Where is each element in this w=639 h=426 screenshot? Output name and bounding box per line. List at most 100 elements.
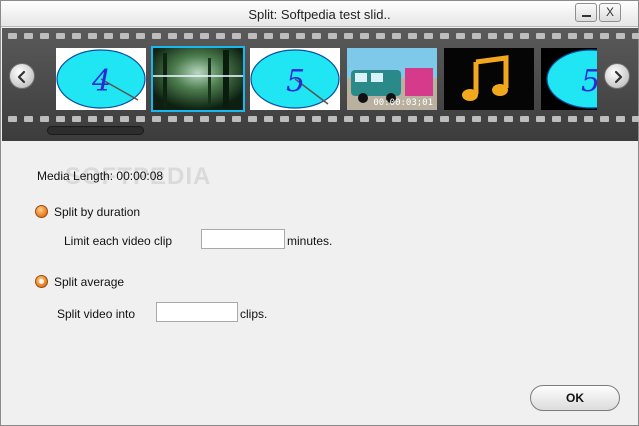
film-perforation (600, 116, 609, 122)
film-perforation (488, 33, 497, 39)
film-perforation (360, 116, 369, 122)
film-perforation (56, 116, 65, 122)
film-perforation (424, 116, 433, 122)
film-perforation (120, 33, 129, 39)
thumbnail-clock-5[interactable]: 5 (250, 48, 340, 110)
film-perforation (616, 116, 625, 122)
film-perforation (376, 33, 385, 39)
film-perforation (88, 116, 97, 122)
split-by-duration-radio[interactable] (35, 205, 48, 218)
media-length: Media Length: 00:00:08 (37, 169, 164, 183)
film-perforation (152, 33, 161, 39)
split-into-suffix-label: clips. (240, 307, 268, 321)
film-perforation (200, 33, 209, 39)
limit-suffix-label: minutes. (287, 234, 333, 248)
chevron-right-icon (614, 70, 623, 84)
film-perforation (136, 116, 145, 122)
minimize-button[interactable] (575, 3, 597, 22)
film-perforation (584, 116, 593, 122)
film-perforation (312, 116, 321, 122)
film-perforation (568, 116, 577, 122)
film-perforation (408, 116, 417, 122)
film-perforation (520, 33, 529, 39)
title-bar: Split: Softpedia test slid.. X (1, 1, 638, 27)
film-perforation (184, 33, 193, 39)
split-dialog: Split: Softpedia test slid.. X 4 5 00:00… (0, 0, 639, 426)
film-perforation (408, 33, 417, 39)
clock-digit: 5 (286, 64, 305, 99)
film-perforation (440, 116, 449, 122)
thumbnail-vehicle[interactable]: 00:00:03;01 (347, 48, 437, 110)
window-title: Split: Softpedia test slid.. (248, 7, 391, 22)
scroll-right-button[interactable] (604, 63, 630, 89)
film-perforation (360, 33, 369, 39)
film-perforation (392, 33, 401, 39)
film-perforation (200, 116, 209, 122)
film-perforation (136, 33, 145, 39)
film-perforation (24, 33, 33, 39)
thumbnail-clock-4[interactable]: 4 (56, 48, 146, 110)
film-perforation (456, 33, 465, 39)
film-perforation (312, 33, 321, 39)
film-perforation (344, 116, 353, 122)
film-perforation (472, 116, 481, 122)
film-perforation (440, 33, 449, 39)
scroll-left-button[interactable] (9, 63, 35, 89)
film-perforation (8, 116, 17, 122)
close-button[interactable]: X (599, 3, 621, 22)
film-perforation (120, 116, 129, 122)
film-perforation (264, 33, 273, 39)
film-perforation (184, 116, 193, 122)
film-perforation (216, 116, 225, 122)
film-perforation (296, 116, 305, 122)
film-perforation (456, 116, 465, 122)
film-perforation (248, 33, 257, 39)
film-perforation (264, 116, 273, 122)
thumbnail-forest[interactable] (151, 46, 245, 112)
clock-slide-image: 5 (541, 48, 597, 110)
film-perforation (600, 33, 609, 39)
film-perforation (568, 33, 577, 39)
film-perforation (232, 116, 241, 122)
film-perforation (72, 33, 81, 39)
thumbnail-timecode: 00:00:03;01 (373, 98, 433, 108)
film-perforation (232, 33, 241, 39)
limit-minutes-input[interactable] (201, 229, 285, 249)
film-perforation (152, 116, 161, 122)
split-clips-input[interactable] (156, 302, 238, 322)
film-perforation (552, 33, 561, 39)
film-perforation (392, 116, 401, 122)
film-perforation (168, 116, 177, 122)
film-perforation (328, 33, 337, 39)
film-perforation (504, 116, 513, 122)
split-average-radio[interactable] (35, 275, 48, 288)
minimize-icon (582, 15, 591, 17)
film-perforation (632, 33, 639, 39)
film-perforation (552, 116, 561, 122)
film-perforation (24, 116, 33, 122)
filmstrip-perforations-top (2, 31, 639, 41)
film-perforation (488, 116, 497, 122)
film-perforation (376, 116, 385, 122)
split-into-prefix-label: Split video into (57, 307, 136, 321)
split-options-panel: SOFTPEDIA Media Length: 00:00:08 Split b… (1, 141, 638, 425)
film-perforation (616, 33, 625, 39)
clock-slide-image: 4 (56, 48, 146, 110)
clock-digit: 5 (581, 64, 597, 99)
film-perforation (280, 116, 289, 122)
split-by-duration-label[interactable]: Split by duration (54, 205, 140, 219)
film-perforation (168, 33, 177, 39)
split-average-label[interactable]: Split average (54, 275, 124, 289)
film-perforation (40, 116, 49, 122)
film-perforation (216, 33, 225, 39)
film-perforation (472, 33, 481, 39)
thumbnail-audio[interactable] (444, 48, 534, 110)
thumbnail-clock-partial[interactable]: 5 (541, 48, 597, 110)
ok-button[interactable]: OK (530, 385, 620, 411)
filmstrip-perforations-bottom (2, 114, 639, 124)
filmstrip-scrollbar[interactable] (47, 126, 144, 135)
film-perforation (520, 116, 529, 122)
chevron-left-icon (17, 70, 26, 84)
limit-prefix-label: Limit each video clip (64, 234, 173, 248)
film-perforation (632, 116, 639, 122)
